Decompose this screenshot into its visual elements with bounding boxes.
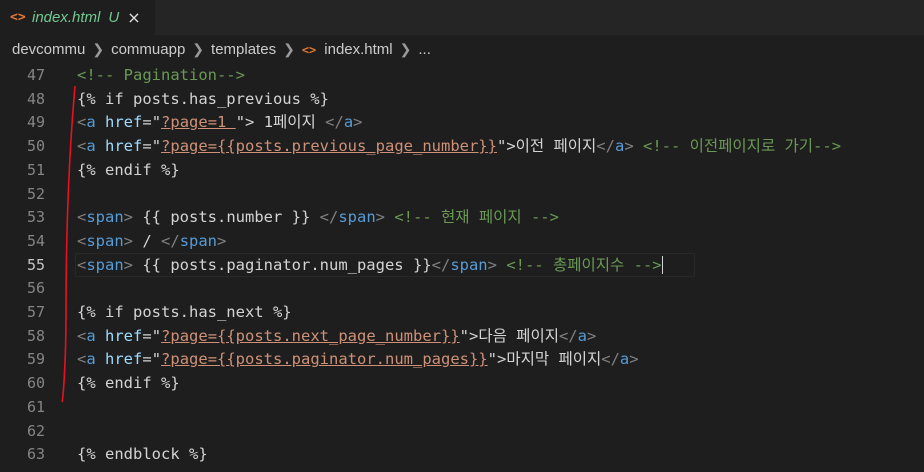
code-line: {% endif %} [77, 160, 180, 179]
html-file-icon: <> [10, 10, 26, 25]
code-editor[interactable]: 47 48 49 50 51 52 53 54 55 56 57 58 59 6… [0, 64, 924, 472]
close-icon[interactable]: × [127, 8, 140, 27]
code-area[interactable]: <!-- Pagination--> {% if posts.has_previ… [75, 64, 924, 472]
code-line: <a href="?page={{posts.previous_page_num… [77, 137, 842, 156]
chevron-right-icon: ❯ [192, 41, 205, 57]
html-file-icon: <> [301, 42, 317, 57]
code-line: <!-- Pagination--> [77, 66, 245, 84]
code-line-active: <span> {{ posts.paginator.num_pages }}</… [77, 255, 663, 275]
code-line: <a href="?page=1 "> 1페이지 </a> [77, 113, 363, 132]
code-line: <span> / </span> [77, 231, 227, 250]
code-line: {% if posts.has_previous %} [77, 89, 329, 108]
tab-filename: index.html [32, 9, 101, 26]
tab-bar: <> index.html U × [0, 0, 924, 35]
breadcrumb: devcommu ❯ commuapp ❯ templates ❯ <> ind… [0, 35, 924, 64]
code-line: {% endif %} [77, 374, 180, 393]
code-line: <span> {{ posts.number }} </span> <!-- 현… [77, 208, 559, 227]
red-annotation-line [61, 85, 76, 403]
chevron-right-icon: ❯ [399, 41, 412, 57]
breadcrumb-item-devcommu[interactable]: devcommu [12, 41, 85, 58]
git-untracked-badge: U [108, 9, 120, 26]
code-line: {% if posts.has_next %} [77, 303, 292, 321]
code-line: <a href="?page={{posts.next_page_number}… [77, 326, 597, 345]
chevron-right-icon: ❯ [283, 41, 295, 57]
breadcrumb-item-symbols[interactable]: ... [418, 41, 431, 58]
breadcrumb-item-index-html[interactable]: index.html [324, 41, 392, 58]
breadcrumb-item-templates[interactable]: templates [211, 41, 276, 58]
code-line: {% endblock %} [77, 445, 208, 464]
tab-index-html[interactable]: <> index.html U × [0, 0, 155, 35]
chevron-right-icon: ❯ [92, 41, 105, 57]
text-cursor [661, 256, 663, 275]
code-line: <a href="?page={{posts.paginator.num_pag… [77, 350, 639, 369]
breadcrumb-item-commuapp[interactable]: commuapp [111, 41, 185, 58]
